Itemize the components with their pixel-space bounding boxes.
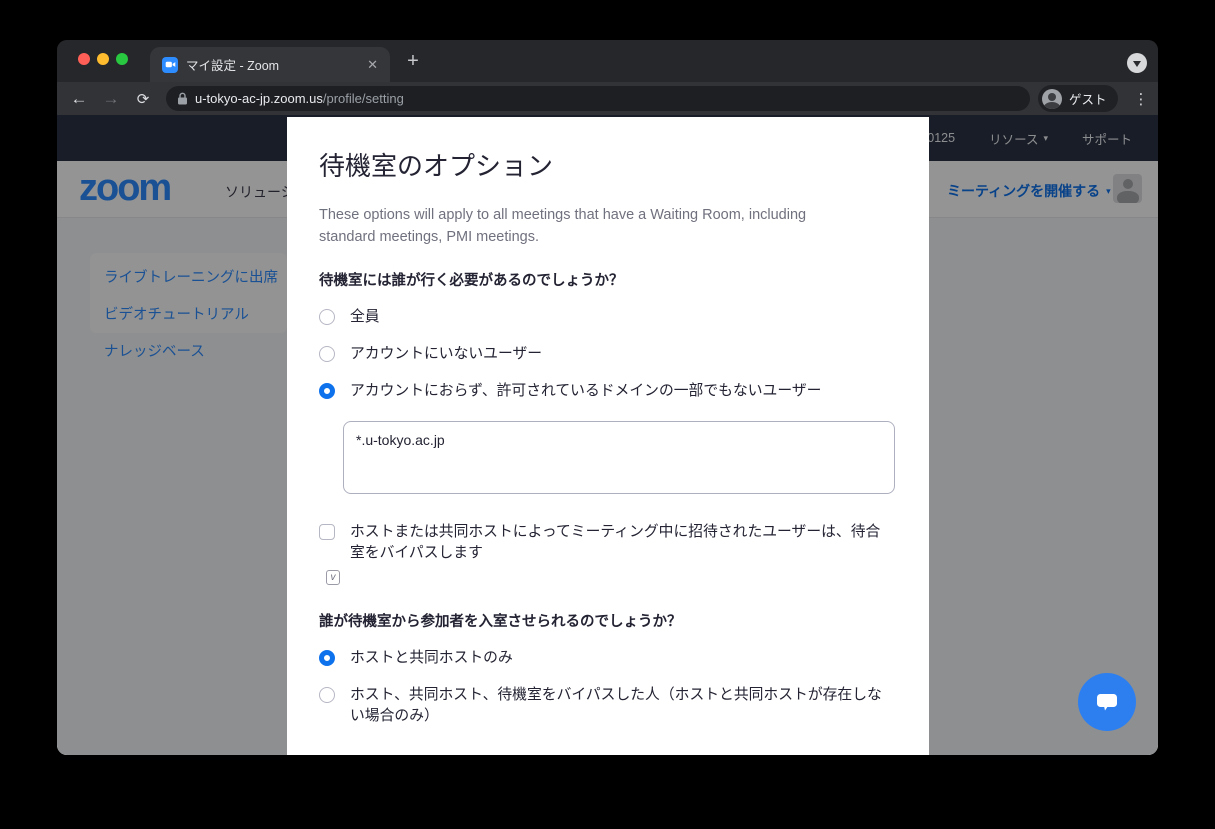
chat-widget-button[interactable]	[1078, 673, 1136, 731]
radio-label: アカウントにおらず、許可されているドメインの一部でもないユーザー	[350, 381, 821, 402]
address-bar[interactable]: u-tokyo-ac-jp.zoom.us/profile/setting	[166, 86, 1030, 111]
close-window-button[interactable]	[78, 53, 90, 65]
reload-button[interactable]: ⟳	[130, 82, 156, 115]
close-tab-icon[interactable]: ✕	[367, 57, 378, 73]
browser-tab[interactable]: マイ設定 - Zoom ✕	[150, 47, 390, 82]
radio-icon[interactable]	[319, 383, 335, 399]
radio-label: 全員	[350, 307, 380, 328]
radio-option-everyone[interactable]: 全員	[319, 307, 895, 328]
radio-label: ホストと共同ホストのみ	[350, 648, 513, 669]
radio-icon[interactable]	[319, 309, 335, 325]
tab-bar: マイ設定 - Zoom ✕ +	[57, 40, 1158, 82]
browser-toolbar: ← → ⟳ u-tokyo-ac-jp.zoom.us/profile/sett…	[57, 82, 1158, 115]
lock-icon	[177, 92, 188, 105]
url-text: u-tokyo-ac-jp.zoom.us/profile/setting	[195, 91, 404, 106]
guest-label: ゲスト	[1069, 89, 1107, 108]
tab-title: マイ設定 - Zoom	[186, 55, 361, 74]
dialog-description: These options will apply to all meetings…	[319, 204, 859, 248]
chat-bubble-icon	[1094, 690, 1120, 714]
guest-avatar-icon	[1042, 89, 1062, 109]
checkbox-bypass-waiting-room[interactable]: ホストまたは共同ホストによってミーティング中に招待されたユーザーは、待合室をバイ…	[319, 522, 895, 564]
radio-label: アカウントにいないユーザー	[350, 344, 542, 365]
radio-icon[interactable]	[319, 650, 335, 666]
radio-option-users-not-in-account-or-domain[interactable]: アカウントにおらず、許可されているドメインの一部でもないユーザー	[319, 381, 895, 402]
v-badge-icon: v	[326, 570, 340, 585]
radio-option-host-cohosts-bypassers[interactable]: ホスト、共同ホスト、待機室をバイパスした人（ホストと共同ホストが存在しない場合の…	[319, 685, 895, 727]
radio-option-users-not-in-account[interactable]: アカウントにいないユーザー	[319, 344, 895, 365]
browser-menu-button[interactable]: ⋮	[1129, 86, 1153, 111]
checkbox-icon[interactable]	[319, 524, 335, 540]
radio-icon[interactable]	[319, 346, 335, 362]
minimize-window-button[interactable]	[97, 53, 109, 65]
zoom-favicon-icon	[162, 57, 178, 73]
radio-icon[interactable]	[319, 687, 335, 703]
profile-guest-button[interactable]: ゲスト	[1038, 85, 1118, 112]
browser-dropdown-button[interactable]	[1127, 53, 1147, 73]
back-button[interactable]: ←	[66, 82, 92, 115]
browser-window: マイ設定 - Zoom ✕ + ← → ⟳ u-tokyo-ac-jp.zoom…	[57, 40, 1158, 755]
question-who-goes-to-waiting-room: 待機室には誰が行く必要があるのでしょうか？	[319, 269, 897, 290]
fullscreen-window-button[interactable]	[116, 53, 128, 65]
question-who-admits-participants: 誰が待機室から参加者を入室させられるのでしょうか？	[319, 610, 897, 631]
allowed-domains-textarea[interactable]: *.u-tokyo.ac.jp	[343, 421, 895, 494]
dialog-title: 待機室のオプション	[319, 146, 897, 183]
chevron-down-icon	[1133, 61, 1141, 67]
waiting-room-options-dialog: 待機室のオプション These options will apply to al…	[287, 117, 929, 755]
radio-option-host-cohosts-only[interactable]: ホストと共同ホストのみ	[319, 648, 895, 669]
checkbox-label: ホストまたは共同ホストによってミーティング中に招待されたユーザーは、待合室をバイ…	[350, 522, 895, 564]
new-tab-button[interactable]: +	[400, 48, 426, 74]
radio-label: ホスト、共同ホスト、待機室をバイパスした人（ホストと共同ホストが存在しない場合の…	[350, 685, 895, 727]
forward-button[interactable]: →	[98, 82, 124, 115]
